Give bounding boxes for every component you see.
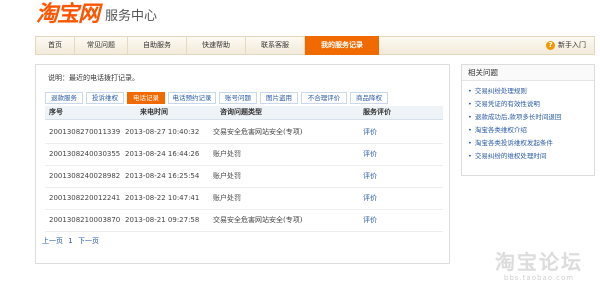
record-issue-type: 交易安全危害网站安全(专项) xyxy=(213,128,303,136)
service-records-panel: 说明：最近的电话拨打记录。 退款服务 投诉维权 电话记录 电话预约记录 账号问题… xyxy=(35,64,450,264)
table-row: 2001308220012241 2013-08-22 10:47:41 账户处… xyxy=(45,188,443,210)
record-time: 2013-08-21 09:27:58 xyxy=(125,216,200,224)
table-row: 2001308240028982 2013-08-24 16:25:54 账户处… xyxy=(45,166,443,188)
nav-my-service-records[interactable]: 我的服务记录 xyxy=(305,36,379,55)
related-question-label: 淘宝各类投诉维权发起条件 xyxy=(474,139,553,147)
related-question-link[interactable]: • 淘宝各类投诉维权发起条件 xyxy=(468,137,594,150)
tab-refund-service[interactable]: 退款服务 xyxy=(45,92,83,104)
forum-watermark: 淘宝论坛 bbs.taobao.com xyxy=(484,250,594,290)
record-id: 2001308240030355 xyxy=(49,150,121,158)
next-page-link[interactable]: 下一页 xyxy=(78,237,99,245)
record-time: 2013-08-22 10:47:41 xyxy=(125,194,200,202)
tab-account-issues[interactable]: 账号问题 xyxy=(219,92,257,104)
table-row: 2001308270011339 2013-08-27 10:40:32 交易安… xyxy=(45,122,443,144)
pagination: 上一页 1 下一页 xyxy=(42,236,102,246)
col-issue-type: 咨询问题类型 xyxy=(220,108,262,116)
col-serial-no: 序号 xyxy=(49,108,63,116)
record-issue-type: 账户处罚 xyxy=(213,194,241,202)
beginner-guide-label: 新手入门 xyxy=(558,41,586,49)
record-issue-type: 账户处罚 xyxy=(213,150,241,158)
record-id: 2001308240028982 xyxy=(49,172,121,180)
related-questions-list: • 交易纠纷处理规则 • 交易凭证的有效性说明 • 退款成功后,款项多长时间退回 • 淘… xyxy=(462,81,594,163)
logo-brand: 淘宝网 xyxy=(36,2,100,27)
tab-product-demotion[interactable]: 商品降权 xyxy=(350,92,388,104)
help-icon: ? xyxy=(546,41,555,50)
nav-faq[interactable]: 常见问题 xyxy=(75,37,128,54)
related-question-label: 退款成功后,款项多长时间退回 xyxy=(474,113,562,121)
main-nav: 首页 常见问题 自助服务 快速帮助 联系客服 我的服务记录 ? 新手入门 xyxy=(35,36,595,55)
record-time: 2013-08-24 16:25:54 xyxy=(125,172,200,180)
rate-link[interactable]: 评价 xyxy=(363,144,377,165)
col-rating: 服务评价 xyxy=(363,108,391,116)
tab-unfair-review[interactable]: 不合理评价 xyxy=(301,92,347,104)
bullet-icon: • xyxy=(468,100,472,108)
record-id: 2001308270011339 xyxy=(49,128,121,136)
record-tabs: 退款服务 投诉维权 电话记录 电话预约记录 账号问题 图片盗用 不合理评价 商品… xyxy=(45,92,445,104)
record-time: 2013-08-24 16:44:26 xyxy=(125,150,200,158)
nav-quick-help[interactable]: 快速帮助 xyxy=(187,37,246,54)
record-issue-type: 账户处罚 xyxy=(213,172,241,180)
tab-call-records[interactable]: 电话记录 xyxy=(127,92,165,104)
records-description: 说明：最近的电话拨打记录。 xyxy=(48,74,139,82)
table-header: 序号 来电时间 咨询问题类型 服务评价 xyxy=(45,106,443,120)
col-call-time: 来电时间 xyxy=(140,108,168,116)
tab-complaint[interactable]: 投诉维权 xyxy=(86,92,124,104)
table-row: 2001308210003870 2013-08-21 09:27:58 交易安… xyxy=(45,210,443,232)
prev-page-link[interactable]: 上一页 xyxy=(42,237,63,245)
bullet-icon: • xyxy=(468,126,472,134)
related-question-link[interactable]: • 退款成功后,款项多长时间退回 xyxy=(468,111,594,124)
watermark-title: 淘宝论坛 xyxy=(495,250,583,274)
rate-link[interactable]: 评价 xyxy=(363,166,377,187)
logo-subtitle: 服务中心 xyxy=(105,9,158,24)
related-question-label: 淘宝各类维权介绍 xyxy=(474,126,527,134)
nav-home[interactable]: 首页 xyxy=(36,37,75,54)
tab-image-theft[interactable]: 图片盗用 xyxy=(260,92,298,104)
related-question-label: 交易纠纷处理规则 xyxy=(474,87,527,95)
page-number[interactable]: 1 xyxy=(68,237,72,245)
related-question-label: 交易纠纷的维权处理时间 xyxy=(474,152,547,160)
record-issue-type: 交易安全危害网站安全(专项) xyxy=(213,216,303,224)
related-question-link[interactable]: • 交易纠纷处理规则 xyxy=(468,85,594,98)
nav-contact-support[interactable]: 联系客服 xyxy=(246,37,305,54)
taobao-logo[interactable]: 淘宝网 服务中心 xyxy=(36,2,157,28)
bullet-icon: • xyxy=(468,87,472,95)
rate-link[interactable]: 评价 xyxy=(363,122,377,143)
record-id: 2001308210003870 xyxy=(49,216,121,224)
bullet-icon: • xyxy=(468,152,472,160)
record-id: 2001308220012241 xyxy=(49,194,121,202)
tab-call-appointments[interactable]: 电话预约记录 xyxy=(168,92,216,104)
rate-link[interactable]: 评价 xyxy=(363,210,377,231)
related-questions-title: 相关问题 xyxy=(462,65,594,81)
bullet-icon: • xyxy=(468,139,472,147)
related-question-label: 交易凭证的有效性说明 xyxy=(474,100,540,108)
nav-self-service[interactable]: 自助服务 xyxy=(128,37,187,54)
bullet-icon: • xyxy=(468,113,472,121)
related-questions-panel: 相关问题 • 交易纠纷处理规则 • 交易凭证的有效性说明 • 退款成功后,款项多长时间… xyxy=(461,64,595,176)
beginner-guide-link[interactable]: ? 新手入门 xyxy=(546,37,586,54)
rate-link[interactable]: 评价 xyxy=(363,188,377,209)
watermark-url: bbs.taobao.com xyxy=(503,274,575,282)
table-row: 2001308240030355 2013-08-24 16:44:26 账户处… xyxy=(45,144,443,166)
related-question-link[interactable]: • 交易凭证的有效性说明 xyxy=(468,98,594,111)
related-question-link[interactable]: • 交易纠纷的维权处理时间 xyxy=(468,150,594,163)
record-time: 2013-08-27 10:40:32 xyxy=(125,128,200,136)
related-question-link[interactable]: • 淘宝各类维权介绍 xyxy=(468,124,594,137)
